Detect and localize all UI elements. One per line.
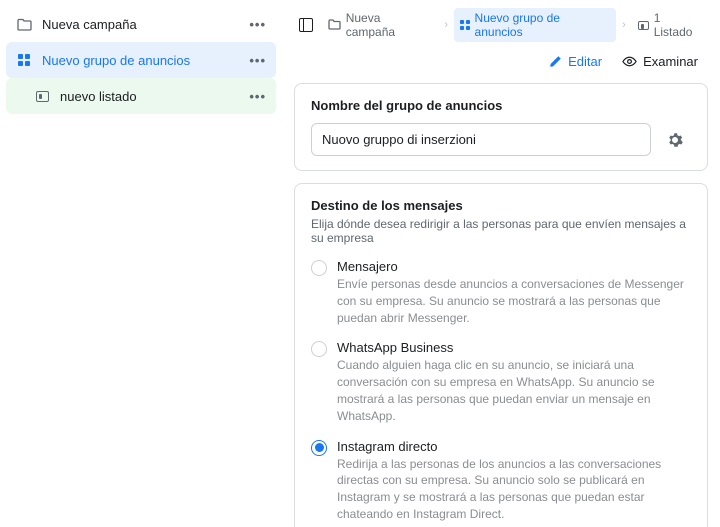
sidebar-item-adset[interactable]: Nuevo grupo de anuncios ••• [6, 42, 276, 78]
sidebar-item-campaign[interactable]: Nueva campaña ••• [6, 6, 276, 42]
sidebar-item-ad[interactable]: nuevo listado ••• [6, 78, 276, 114]
sidebar: Nueva campaña ••• Nuevo grupo de anuncio… [0, 0, 282, 527]
sidebar-item-label: Nueva campaña [42, 17, 249, 32]
breadcrumb-adset[interactable]: Nuevo grupo de anuncios [454, 8, 616, 42]
adset-name-input[interactable] [311, 123, 651, 156]
examine-label: Examinar [643, 54, 698, 69]
settings-button[interactable] [659, 124, 691, 156]
edit-label: Editar [568, 54, 602, 69]
chevron-right-icon: › [620, 19, 628, 31]
grid-icon [16, 52, 32, 68]
pencil-icon [549, 55, 562, 68]
breadcrumb-label: 1 Listado [654, 11, 702, 39]
gear-icon [667, 132, 683, 148]
sidebar-item-label: nuevo listado [60, 89, 249, 104]
panel-toggle-button[interactable] [294, 13, 318, 37]
radio-description: Envíe personas desde anuncios a conversa… [337, 276, 691, 326]
radio-option-messenger[interactable]: Mensajero Envíe personas desde anuncios … [311, 259, 691, 336]
card-title: Nombre del grupo de anuncios [311, 98, 691, 113]
breadcrumb-label: Nueva campaña [346, 11, 433, 39]
card-subtitle: Elija dónde desea redirigir a las person… [311, 217, 691, 245]
chevron-right-icon: › [442, 19, 450, 31]
radio-description: Redirija a las personas de los anuncios … [337, 456, 691, 523]
radio-label: Mensajero [337, 259, 691, 274]
radio-label: WhatsApp Business [337, 340, 691, 355]
top-bar: Nueva campaña › Nuevo grupo de anuncios … [282, 0, 720, 46]
radio-icon [311, 440, 327, 456]
radio-label: Instagram directo [337, 439, 691, 454]
breadcrumb-campaign[interactable]: Nueva campaña [322, 8, 439, 42]
card-title: Destino de los mensajes [311, 198, 691, 213]
radio-icon [311, 260, 327, 276]
main-panel: Nueva campaña › Nuevo grupo de anuncios … [282, 0, 720, 527]
more-icon[interactable]: ••• [249, 89, 266, 104]
sidebar-item-label: Nuevo grupo de anuncios [42, 53, 249, 68]
ad-icon [34, 88, 50, 104]
examine-button[interactable]: Examinar [616, 50, 704, 73]
radio-description: Cuando alguien haga clic en su anuncio, … [337, 357, 691, 424]
message-destination-card: Destino de los mensajes Elija dónde dese… [294, 183, 708, 527]
eye-icon [622, 54, 637, 69]
radio-option-whatsapp[interactable]: WhatsApp Business Cuando alguien haga cl… [311, 340, 691, 434]
folder-icon [16, 16, 32, 32]
breadcrumb-ad[interactable]: 1 Listado [632, 8, 708, 42]
radio-option-instagram[interactable]: Instagram directo Redirija a las persona… [311, 439, 691, 527]
more-icon[interactable]: ••• [249, 53, 266, 68]
action-bar: Editar Examinar [282, 46, 720, 83]
edit-button[interactable]: Editar [543, 50, 608, 73]
more-icon[interactable]: ••• [249, 17, 266, 32]
breadcrumb-label: Nuevo grupo de anuncios [475, 11, 611, 39]
adset-name-card: Nombre del grupo de anuncios [294, 83, 708, 171]
radio-icon [311, 341, 327, 357]
